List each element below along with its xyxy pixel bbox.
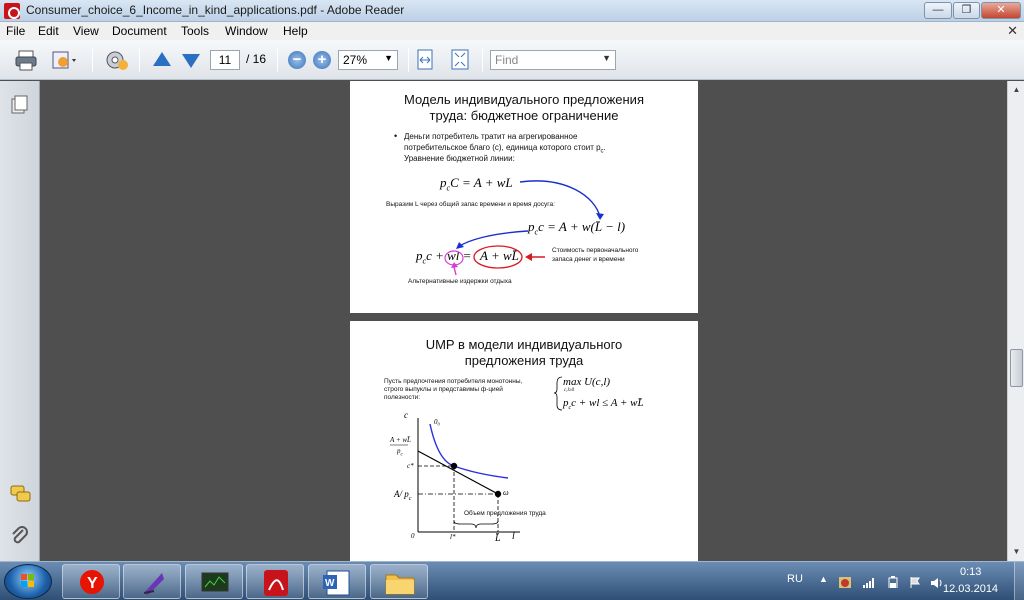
menu-edit[interactable]: Edit: [38, 24, 59, 38]
clock-time[interactable]: 0:13: [960, 566, 981, 578]
attachments-paperclip-icon[interactable]: [10, 526, 30, 546]
y-axis-label: c: [404, 410, 408, 420]
menu-window[interactable]: Window: [225, 24, 268, 38]
optimum-point: [450, 462, 458, 470]
menu-document[interactable]: Document: [112, 24, 167, 38]
y-tick-endowment: A/ pc: [394, 489, 412, 502]
y-tick-cstar: c*: [407, 462, 414, 470]
next-page-icon[interactable]: [179, 48, 203, 72]
scrollbar-thumb[interactable]: [1010, 349, 1023, 387]
taskbar-file-explorer[interactable]: [370, 564, 428, 599]
find-input[interactable]: Find ▼: [490, 50, 616, 70]
close-button[interactable]: ✕: [981, 2, 1021, 19]
x-tick-Lbar: L̄: [495, 533, 501, 544]
start-button[interactable]: [4, 564, 52, 599]
action-center-flag-icon[interactable]: [908, 576, 922, 588]
x-axis-label: l: [512, 531, 515, 542]
taskbar-word[interactable]: W: [308, 564, 366, 599]
y-tick-top-numerator: A + wL̄: [390, 436, 411, 444]
y-tick-top-denominator: pc: [397, 447, 403, 458]
maximize-button[interactable]: ❐: [953, 2, 980, 19]
zoom-out-icon[interactable]: −: [285, 48, 309, 72]
adobe-reader-icon: [4, 3, 20, 19]
menu-help[interactable]: Help: [283, 24, 308, 38]
find-placeholder: Find: [495, 53, 519, 67]
share-icon[interactable]: [50, 48, 76, 72]
comments-icon[interactable]: [10, 484, 31, 504]
scroll-up-icon[interactable]: ▲: [1010, 83, 1023, 97]
previous-page-icon[interactable]: [150, 48, 174, 72]
labor-supply-label: Объем предложения труда: [464, 510, 546, 517]
endowment-point: [494, 490, 502, 498]
menu-tools[interactable]: Tools: [181, 24, 209, 38]
chevron-down-icon: ▼: [384, 53, 393, 63]
show-hidden-icons-icon[interactable]: ▲: [819, 574, 828, 584]
fit-width-icon[interactable]: [414, 48, 438, 72]
battery-icon[interactable]: [886, 576, 900, 588]
minimize-button[interactable]: —: [924, 2, 952, 19]
x-tick-lstar: l*: [450, 533, 456, 541]
security-center-icon[interactable]: [838, 576, 852, 588]
vertical-scrollbar[interactable]: ▲ ▼: [1007, 81, 1024, 561]
origin-label: 0: [411, 532, 415, 540]
budget-line: [417, 450, 499, 495]
pages-panel-icon[interactable]: [10, 95, 30, 115]
labor-supply-brace: [453, 520, 499, 529]
menu-file[interactable]: File: [6, 24, 25, 38]
print-icon[interactable]: [14, 48, 38, 72]
zoom-select[interactable]: 27% ▼: [338, 50, 398, 70]
windows-taskbar: Y W RU ▲ 0:13 12.03.2014: [0, 561, 1024, 600]
svg-text:W: W: [325, 578, 335, 589]
pdf-page-slide-2: UMP в модели индивидуального предложения…: [350, 321, 698, 561]
clock-date[interactable]: 12.03.2014: [943, 583, 998, 595]
indifference-curve: [429, 423, 509, 479]
taskbar-system-monitor[interactable]: [185, 564, 243, 599]
language-indicator[interactable]: RU: [787, 573, 803, 585]
menu-bar: File Edit View Document Tools Window Hel…: [0, 22, 1024, 40]
zoom-value: 27%: [343, 53, 368, 67]
volume-speaker-icon[interactable]: [930, 576, 944, 588]
title-bar: Consumer_choice_6_Income_in_kind_applica…: [0, 0, 1024, 22]
menu-view[interactable]: View: [73, 24, 99, 38]
navigation-pane: [0, 81, 40, 561]
taskbar-feather-app[interactable]: [123, 564, 181, 599]
zoom-in-icon[interactable]: +: [310, 48, 334, 72]
find-dropdown-icon[interactable]: ▼: [602, 53, 611, 63]
curve-label: 0₀: [434, 418, 440, 426]
document-close-icon[interactable]: ✕: [1007, 23, 1018, 39]
scroll-down-icon[interactable]: ▼: [1010, 545, 1023, 559]
document-view[interactable]: Модель индивидуального предложения труда…: [41, 81, 1007, 561]
omega-label: ω: [503, 488, 509, 497]
taskbar-yandex-browser[interactable]: Y: [62, 564, 120, 599]
fit-page-icon[interactable]: [449, 48, 473, 72]
network-signal-icon[interactable]: [862, 576, 876, 588]
taskbar-adobe-reader[interactable]: [246, 564, 304, 599]
pdf-page-slide-1: Модель индивидуального предложения труда…: [350, 81, 698, 313]
show-desktop-button[interactable]: [1014, 562, 1024, 600]
slide1-annotations: [444, 180, 604, 276]
page-total: / 16: [246, 52, 267, 66]
svg-text:Y: Y: [87, 575, 98, 592]
settings-gear-icon[interactable]: [104, 48, 128, 72]
page-number-input[interactable]: 11: [210, 50, 240, 70]
window-title: Consumer_choice_6_Income_in_kind_applica…: [26, 3, 405, 17]
toolbar: 11 / 16 − + 27% ▼ Find ▼: [0, 40, 1024, 80]
